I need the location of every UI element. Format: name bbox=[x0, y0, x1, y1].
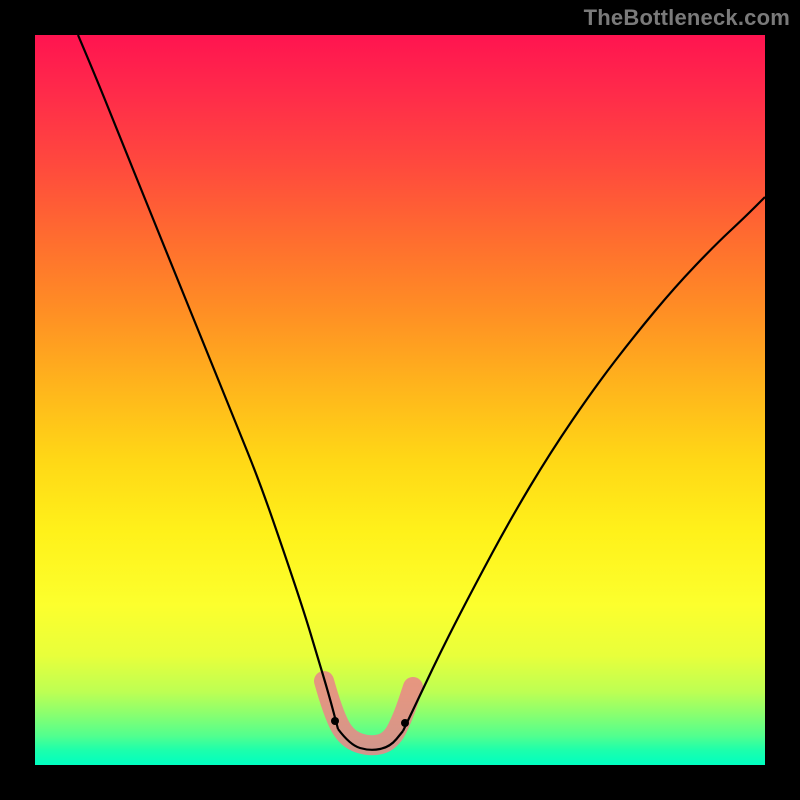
plot-area bbox=[35, 35, 765, 765]
marker-dot bbox=[401, 719, 409, 727]
curve-layer bbox=[35, 35, 765, 765]
chart-frame: TheBottleneck.com bbox=[0, 0, 800, 800]
watermark-text: TheBottleneck.com bbox=[584, 5, 790, 31]
left-curve bbox=[78, 35, 338, 729]
marker-dot bbox=[331, 717, 339, 725]
right-curve bbox=[403, 197, 765, 731]
